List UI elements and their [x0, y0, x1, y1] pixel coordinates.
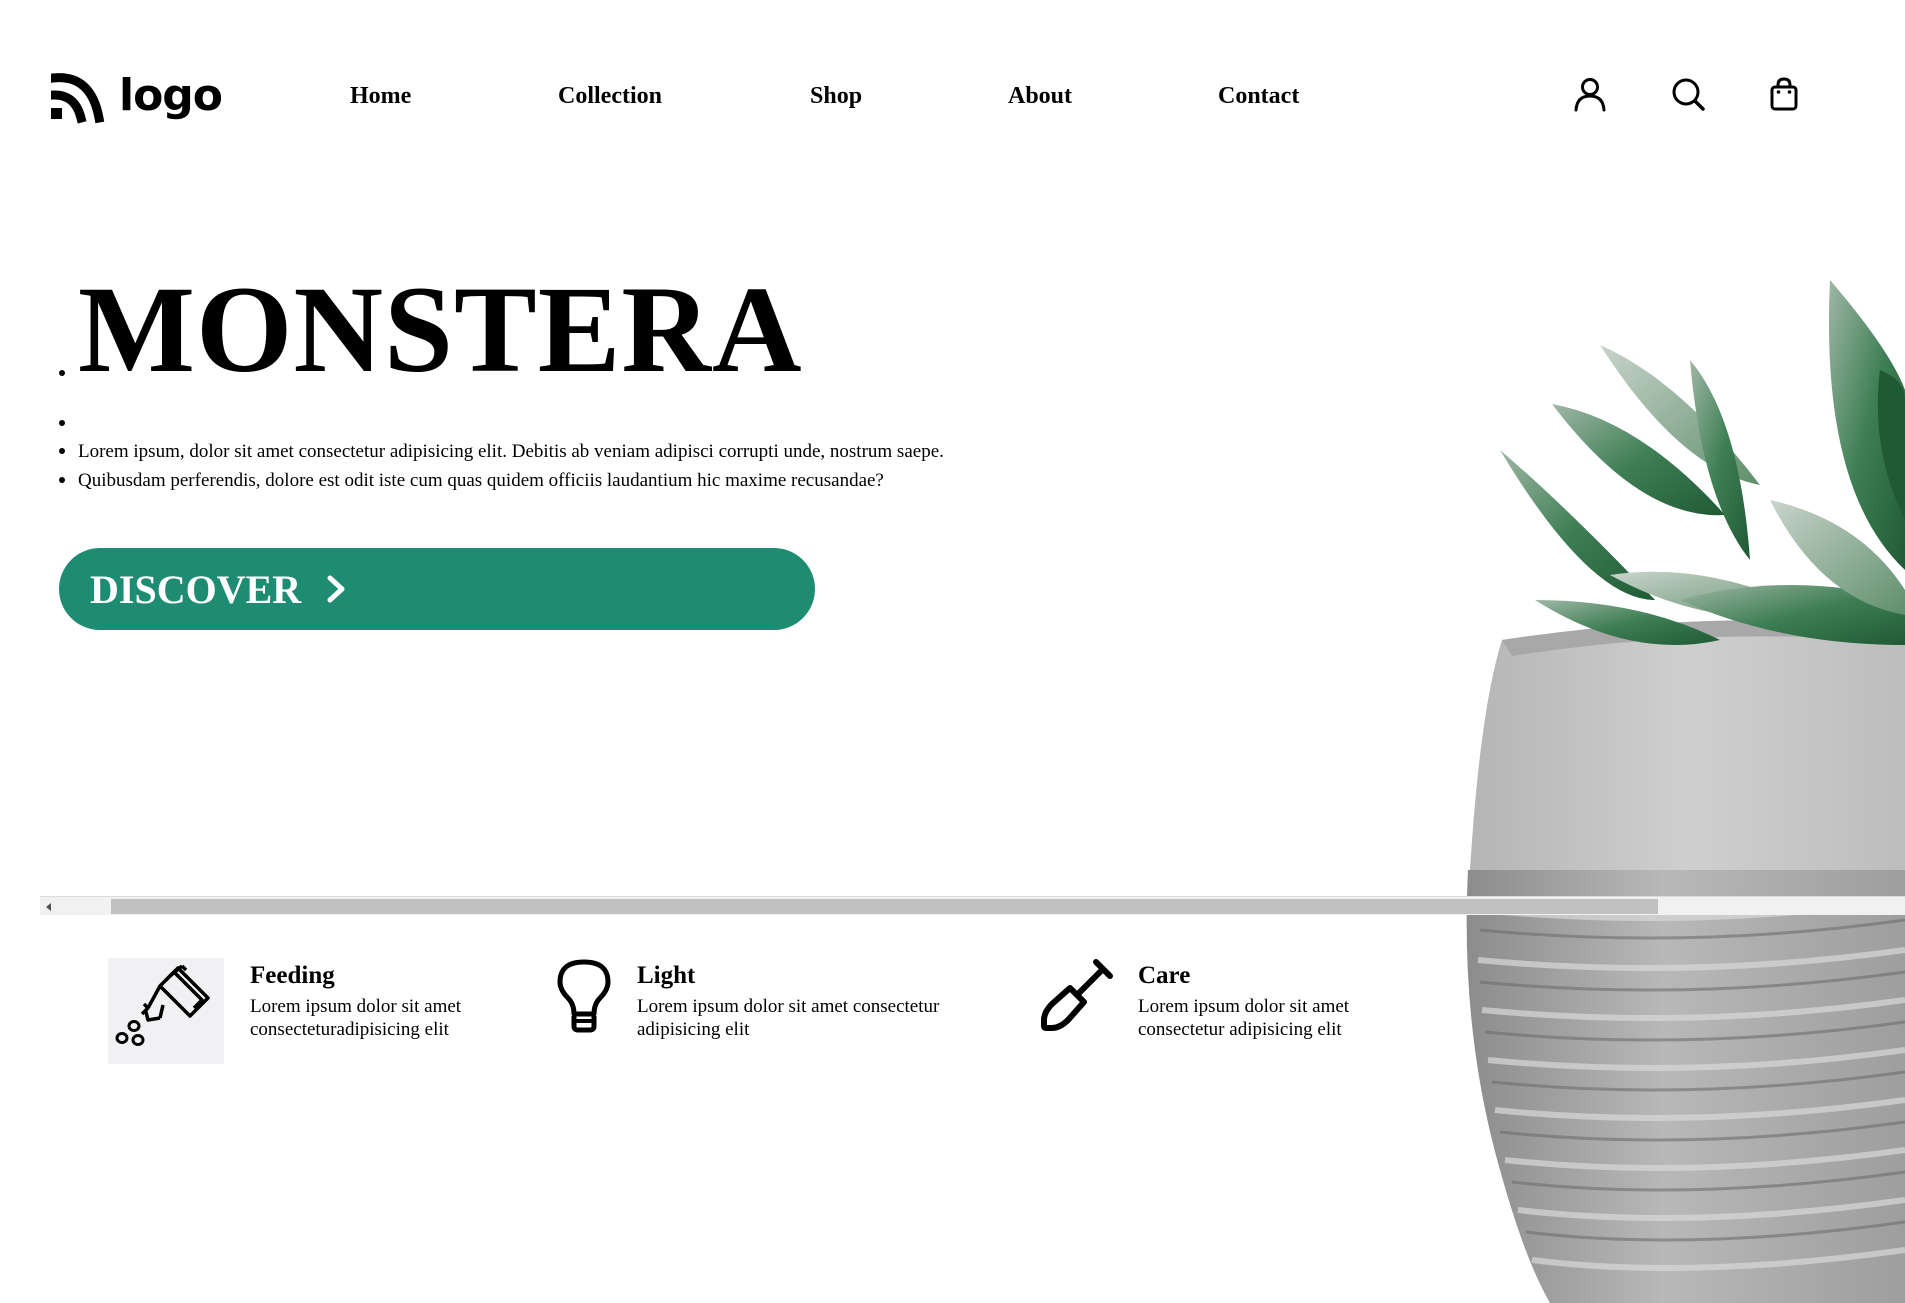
- feature-title: Care: [1138, 962, 1191, 989]
- shovel-icon: [1041, 959, 1113, 1031]
- nav-shop[interactable]: Shop: [810, 83, 862, 110]
- nav-home[interactable]: Home: [350, 83, 411, 110]
- shopping-bag-icon[interactable]: [1766, 76, 1802, 112]
- feature-description: Lorem ipsum dolor sit amet consectetur a…: [1138, 996, 1350, 1040]
- discover-button[interactable]: DISCOVER: [59, 548, 815, 630]
- chevron-right-icon: [327, 575, 345, 603]
- nav-about[interactable]: About: [1008, 83, 1072, 110]
- succulent-plant-image: [1466, 280, 1905, 1303]
- light-bulb-icon: [557, 959, 611, 1033]
- nav-contact[interactable]: Contact: [1218, 83, 1299, 110]
- empty-list-item: [59, 385, 1039, 437]
- hero-text-line-1: Lorem ipsum, dolor sit amet consectetur …: [59, 437, 1039, 466]
- hero-content: MONSTERA Lorem ipsum, dolor sit amet con…: [59, 268, 1039, 495]
- horizontal-scrollbar[interactable]: [40, 896, 1905, 915]
- feature-title: Feeding: [250, 962, 335, 989]
- site-header: logo Home Collection Shop About Contact: [0, 0, 1905, 200]
- scroll-left-arrow-icon[interactable]: [44, 902, 54, 912]
- nav-collection[interactable]: Collection: [558, 83, 662, 110]
- user-icon[interactable]: [1572, 76, 1608, 112]
- hero-text-line-2: Quibusdam perferendis, dolore est odit i…: [59, 466, 1039, 495]
- discover-button-label: DISCOVER: [90, 566, 302, 612]
- watering-can-icon: [108, 958, 224, 1064]
- feature-description: Lorem ipsum dolor sit amet consecteturad…: [250, 996, 462, 1040]
- logo-icon: [51, 73, 105, 124]
- feature-description: Lorem ipsum dolor sit amet consectetur a…: [637, 996, 940, 1040]
- feature-title: Light: [637, 962, 696, 989]
- hero-list: MONSTERA Lorem ipsum, dolor sit amet con…: [59, 268, 1039, 495]
- page: logo Home Collection Shop About Contact: [0, 0, 1905, 1303]
- logo-text: logo: [119, 70, 223, 121]
- scrollbar-thumb[interactable]: [111, 899, 1658, 914]
- search-icon[interactable]: [1670, 76, 1706, 112]
- hero-title: MONSTERA: [59, 268, 1039, 392]
- logo[interactable]: logo: [51, 68, 223, 124]
